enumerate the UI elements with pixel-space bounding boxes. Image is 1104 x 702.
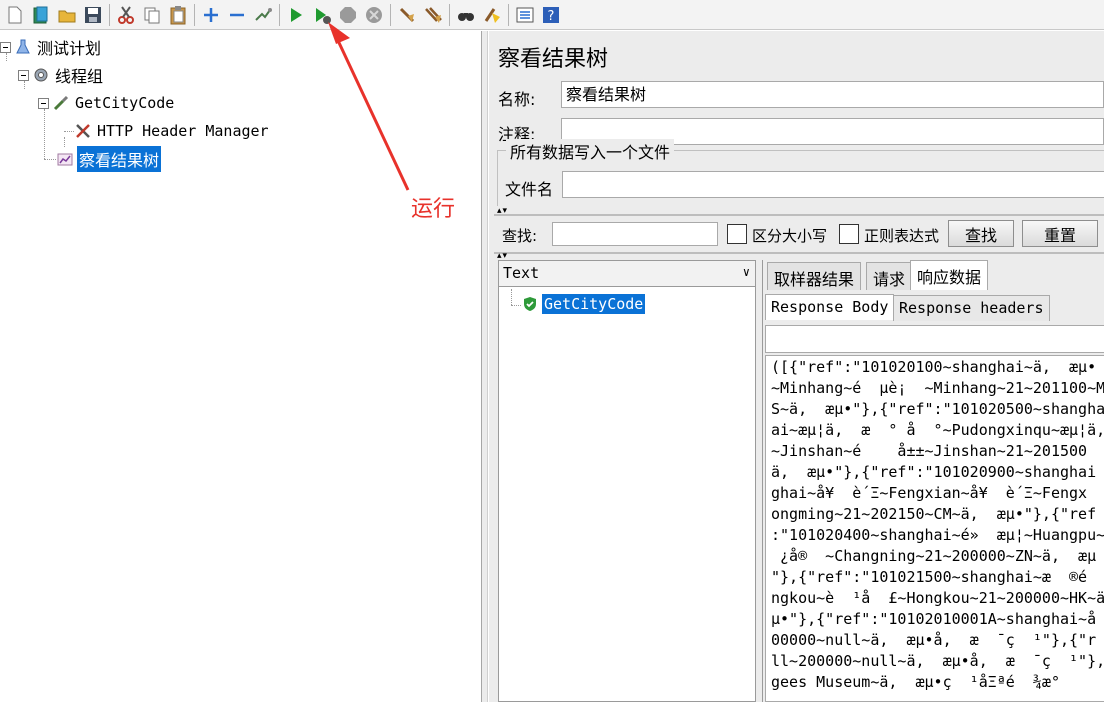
new-icon[interactable] bbox=[4, 4, 26, 26]
tree-item-view-results-tree[interactable]: 察看结果树 bbox=[56, 146, 162, 172]
chart-icon bbox=[56, 150, 74, 168]
sample-label: GetCityCode bbox=[542, 294, 646, 314]
response-line: gees Museum~ä, æµ•ç ¹åΞªé ¾æ° bbox=[771, 673, 1060, 691]
annotation-arrow bbox=[328, 22, 410, 191]
find-button[interactable]: 查找 bbox=[948, 220, 1014, 247]
search-bar: 查找: 区分大小写 正则表达式 查找 重置 bbox=[494, 214, 1104, 254]
response-line: ll~200000~null~ä, æµ•å, æ ¯ç ¹"}, bbox=[771, 652, 1104, 670]
response-line: ongming~21~202150~CM~ä, æµ•"},{"ref bbox=[771, 505, 1097, 523]
name-label: 名称: bbox=[498, 90, 536, 109]
toolbar-separator bbox=[508, 3, 509, 26]
collapse-toggle[interactable] bbox=[0, 41, 11, 53]
success-shield-icon bbox=[521, 295, 539, 313]
response-line: S~ä, æµ•"},{"ref":"101020500~shangha bbox=[771, 400, 1104, 418]
subtab-response-headers[interactable]: Response headers bbox=[893, 295, 1050, 321]
svg-text:?: ? bbox=[548, 9, 555, 24]
tree-item-thread-group[interactable]: 线程组 bbox=[18, 63, 105, 87]
toolbar-separator bbox=[279, 3, 280, 26]
result-detail: 取样器结果 请求 响应数据 Response Body Response hea… bbox=[762, 260, 1104, 702]
tree-item-label: 线程组 bbox=[55, 67, 104, 86]
response-line: ai~æµ¦ä, æ ° å °~Pudongxinqu~æµ¦ä, bbox=[771, 421, 1104, 439]
response-line: µ•"},{"ref":"10102010001A~shanghai~å bbox=[771, 610, 1097, 628]
tree-item-header-manager[interactable]: HTTP Header Manager bbox=[74, 119, 271, 143]
flask-icon bbox=[14, 38, 32, 56]
main-toolbar: ? bbox=[0, 0, 1104, 30]
tree-item-test-plan[interactable]: 测试计划 bbox=[0, 35, 103, 59]
response-line: :"101020400~shanghai~é» æµ¦~Huangpu~ bbox=[771, 526, 1104, 544]
cut-icon[interactable] bbox=[115, 4, 137, 26]
tree-item-http-sampler[interactable]: GetCityCode bbox=[38, 91, 176, 115]
collapse-toggle[interactable] bbox=[38, 97, 49, 109]
search-icon[interactable] bbox=[455, 4, 477, 26]
toggle-icon[interactable] bbox=[252, 4, 274, 26]
response-line: ~Minhang~é µè¡ ~Minhang~21~201100~MH bbox=[771, 379, 1104, 397]
paste-icon[interactable] bbox=[167, 4, 189, 26]
renderer-select[interactable]: Text ∨ bbox=[499, 261, 755, 287]
search-input[interactable] bbox=[552, 222, 718, 246]
sample-item[interactable]: GetCityCode bbox=[507, 292, 646, 316]
tab-request[interactable]: 请求 bbox=[866, 262, 913, 290]
view-results-tree-panel: 察看结果树 名称: 察看结果树 注释: 所有数据写入一个文件 文件名 ▴▾ 查找… bbox=[489, 31, 1104, 702]
collapse-toggle[interactable] bbox=[18, 69, 29, 81]
tree-item-label: HTTP Header Manager bbox=[97, 122, 269, 140]
tab-response-data[interactable]: 响应数据 bbox=[910, 260, 989, 290]
case-sensitive-label: 区分大小写 bbox=[752, 227, 828, 245]
expand-icon[interactable] bbox=[200, 4, 222, 26]
filename-input[interactable] bbox=[562, 171, 1104, 198]
reset-button[interactable]: 重置 bbox=[1022, 220, 1098, 247]
response-line: ~Jinshan~é å±±~Jinshan~21~201500 bbox=[771, 442, 1088, 460]
tools-icon bbox=[74, 122, 92, 140]
annotation-label: 运行 bbox=[411, 197, 456, 222]
toolbar-separator bbox=[194, 3, 195, 26]
page-title: 察看结果树 bbox=[498, 47, 609, 72]
file-output-group: 所有数据写入一个文件 文件名 bbox=[497, 139, 1104, 206]
regex-checkbox[interactable] bbox=[839, 224, 859, 244]
response-line: ¿å® ~Changning~21~200000~ZN~ä, æµ bbox=[771, 547, 1097, 565]
subtab-response-body[interactable]: Response Body bbox=[765, 294, 895, 320]
response-line: "},{"ref":"101021500~shanghai~æ ®é bbox=[771, 568, 1088, 586]
response-line: 00000~null~ä, æµ•å, æ ¯ç ¹"},{"r bbox=[771, 631, 1097, 649]
help-icon[interactable]: ? bbox=[540, 4, 562, 26]
gear-icon bbox=[32, 66, 50, 84]
regex-label: 正则表达式 bbox=[864, 227, 940, 245]
templates-icon[interactable] bbox=[30, 4, 52, 26]
panel-splitter[interactable] bbox=[481, 31, 488, 702]
collapse-icon[interactable] bbox=[226, 4, 248, 26]
filename-label: 文件名 bbox=[505, 180, 554, 199]
tree-item-label: GetCityCode bbox=[75, 94, 175, 112]
response-body-text[interactable]: ([{"ref":"101020100~shanghai~ä, æµ• ~Minh… bbox=[765, 355, 1104, 702]
search-label: 查找: bbox=[502, 227, 538, 245]
toolbar-separator bbox=[449, 3, 450, 26]
response-line: ghai~å¥ è´Ξ~Fengxian~å¥ è´Ξ~Fengx bbox=[771, 484, 1088, 502]
save-icon[interactable] bbox=[82, 4, 104, 26]
tree-item-label: 察看结果树 bbox=[77, 146, 162, 172]
tree-item-label: 测试计划 bbox=[37, 39, 102, 58]
toolbar-separator bbox=[109, 3, 110, 26]
tab-sampler-result[interactable]: 取样器结果 bbox=[767, 262, 862, 290]
file-group-title: 所有数据写入一个文件 bbox=[506, 139, 675, 163]
open-icon[interactable] bbox=[56, 4, 78, 26]
pipette-icon bbox=[52, 94, 70, 112]
name-input[interactable]: 察看结果树 bbox=[561, 81, 1104, 108]
response-search-input[interactable] bbox=[765, 325, 1104, 353]
case-sensitive-checkbox[interactable] bbox=[727, 224, 747, 244]
chevron-down-icon: ∨ bbox=[742, 265, 750, 279]
response-line: ngkou~è ¹å £~Hongkou~21~200000~HK~ä bbox=[771, 589, 1104, 607]
renderer-value: Text bbox=[503, 264, 540, 282]
response-line: ä, æµ•"},{"ref":"101020900~shanghai bbox=[771, 463, 1097, 481]
start-icon[interactable] bbox=[285, 4, 307, 26]
response-line: ([{"ref":"101020100~shanghai~ä, æµ• bbox=[771, 358, 1097, 376]
reset-search-icon[interactable] bbox=[481, 4, 503, 26]
copy-icon[interactable] bbox=[141, 4, 163, 26]
function-helper-icon[interactable] bbox=[514, 4, 536, 26]
sample-result-list: Text ∨ GetCityCode bbox=[498, 260, 756, 702]
